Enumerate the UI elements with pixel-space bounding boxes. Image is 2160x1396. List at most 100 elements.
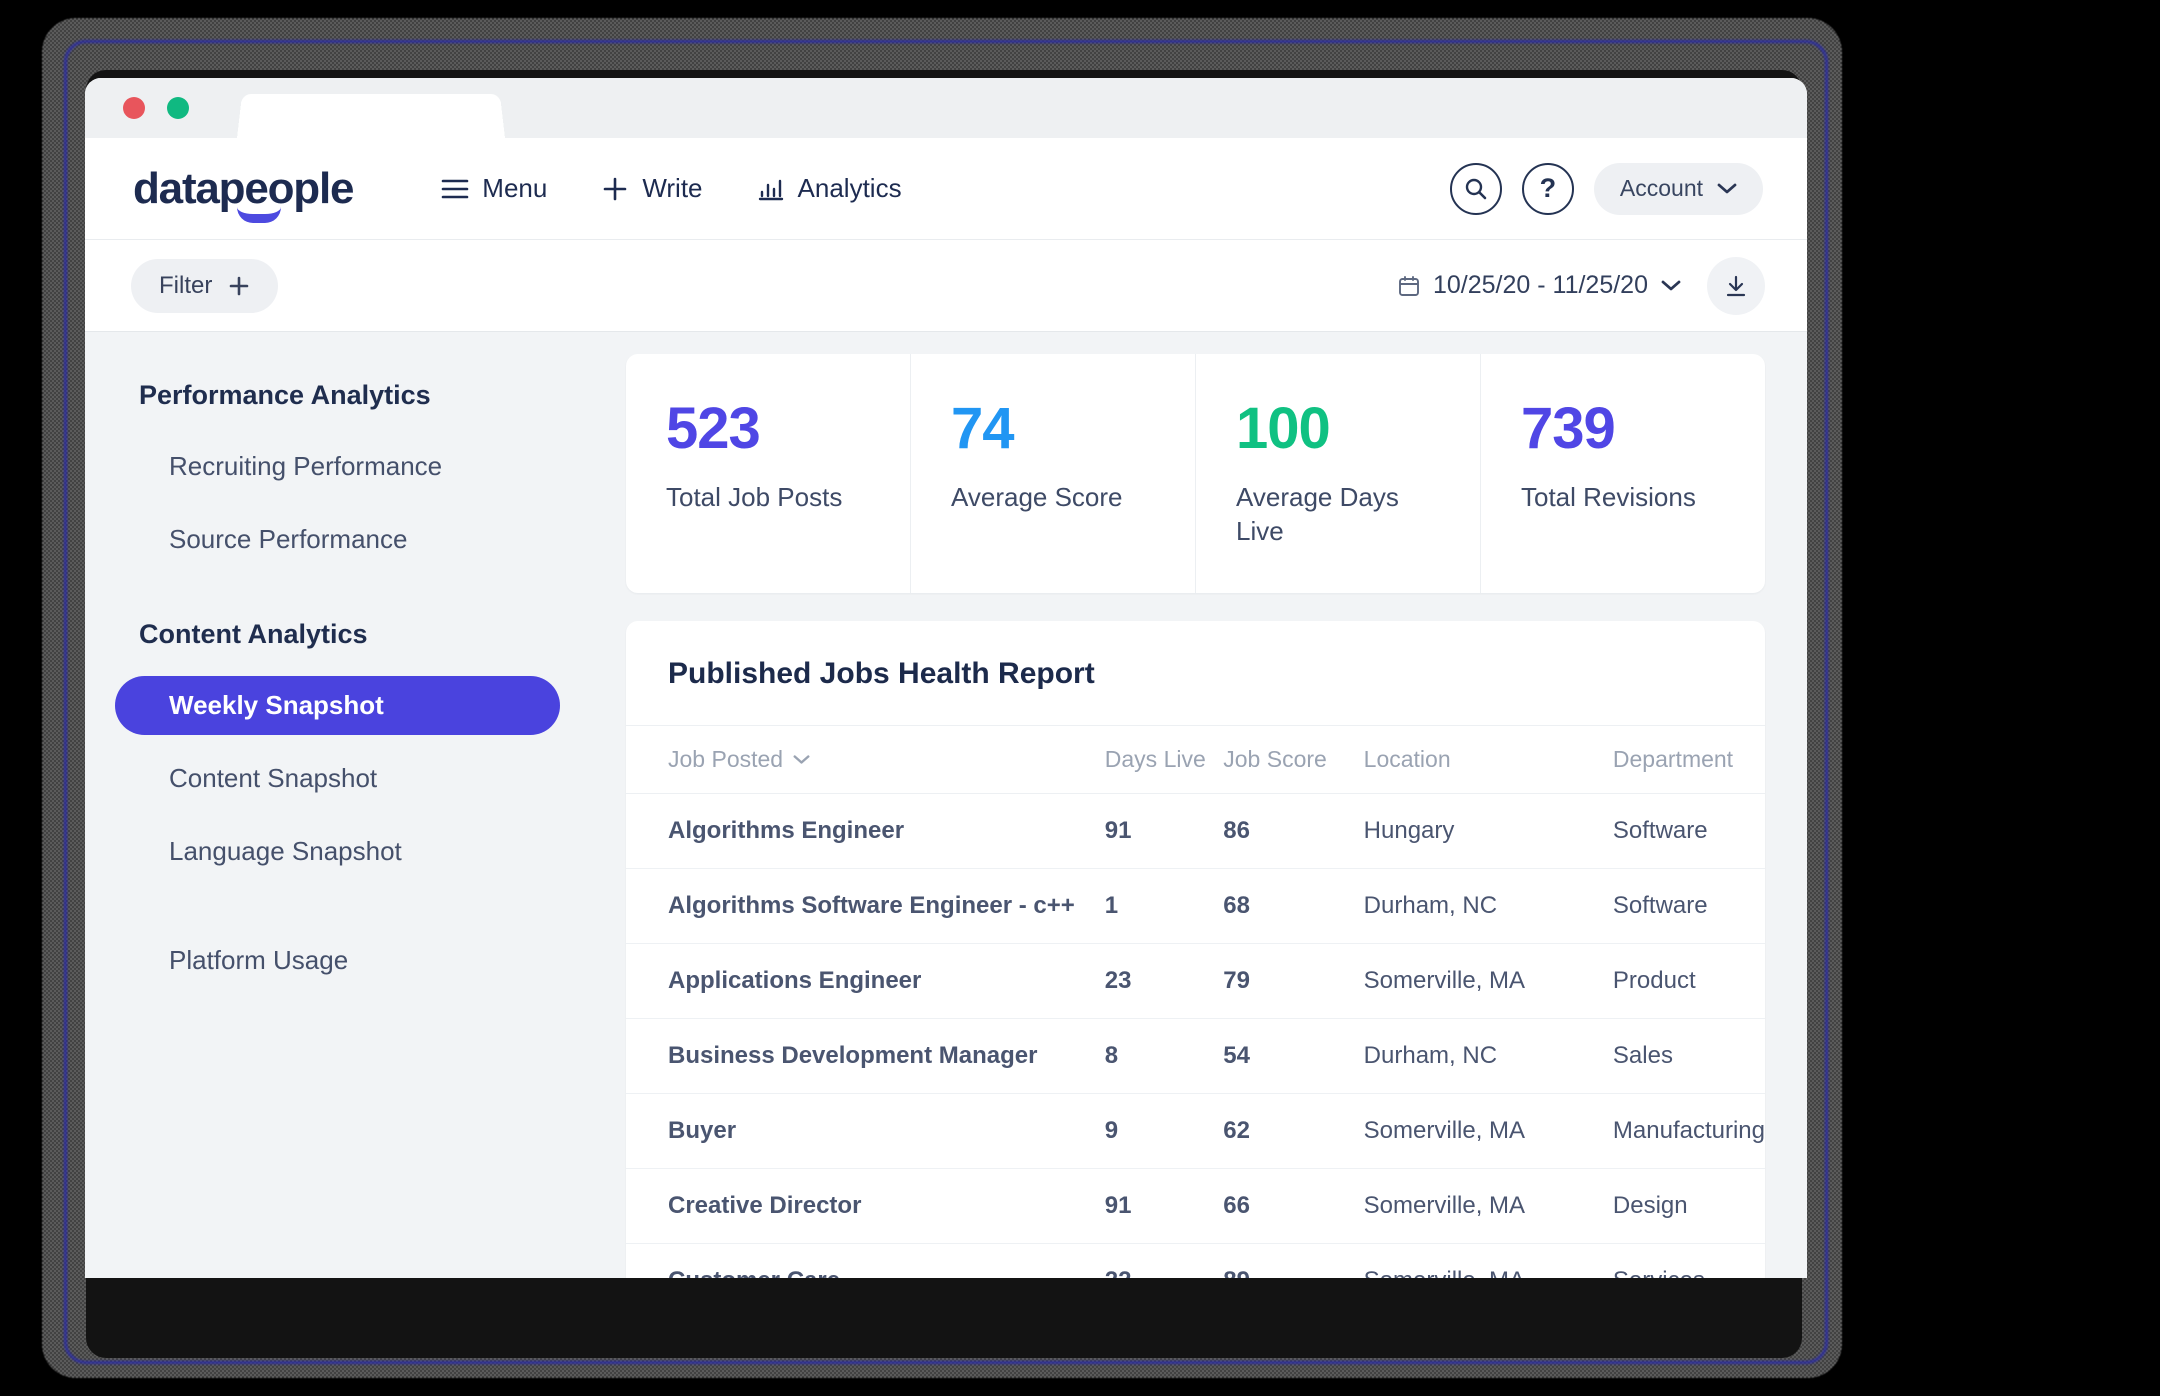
cell-days-live: 1 (1104, 868, 1224, 944)
cell-department: Software (1612, 868, 1765, 944)
chevron-down-icon (1661, 279, 1681, 292)
sidebar-item-language-snapshot[interactable]: Language Snapshot (115, 822, 560, 881)
kpi-average-score: 74 Average Score (911, 354, 1196, 593)
column-header-job-score[interactable]: Job Score (1223, 724, 1364, 794)
traffic-lights (123, 97, 189, 119)
table-row[interactable]: Buyer 9 62 Somerville, MA Manufacturing (626, 1093, 1765, 1169)
account-menu-button[interactable]: Account (1593, 162, 1763, 215)
close-window-dot[interactable] (123, 97, 145, 119)
column-header-days-live[interactable]: Days Live (1104, 724, 1224, 794)
date-range-label: 10/25/20 - 11/25/20 (1433, 271, 1648, 299)
main-content: 523 Total Job Posts 74 Average Score 100… (600, 332, 1807, 1278)
cell-job-score: 68 (1223, 868, 1364, 944)
cell-department: Sales (1612, 1018, 1765, 1094)
filter-label: Filter (159, 271, 213, 299)
cell-days-live: 91 (1104, 1168, 1224, 1244)
column-header-department[interactable]: Department (1612, 724, 1765, 794)
cell-job-posted: Customer Care (626, 1243, 1105, 1278)
cell-location: Somerville, MA (1363, 943, 1613, 1019)
calendar-icon (1398, 275, 1420, 297)
column-header-label: Job Posted (668, 745, 784, 772)
kpi-label: Total Job Posts (666, 482, 843, 512)
table-row[interactable]: Algorithms Software Engineer - c++ 1 68 Dur… (626, 868, 1765, 944)
cell-job-score: 62 (1223, 1093, 1364, 1169)
column-header-job-posted[interactable]: Job Posted (626, 724, 1105, 794)
browser-window: datapeople Menu Write Analytics ? Accoun… (85, 78, 1807, 1278)
chevron-down-icon (1717, 182, 1737, 195)
nav-item-write-label: Write (642, 173, 703, 203)
browser-tab[interactable] (237, 93, 505, 138)
cell-department: Design (1612, 1168, 1765, 1244)
date-range-picker[interactable]: 10/25/20 - 11/25/20 (1398, 271, 1681, 300)
header-actions: ? Account (1449, 162, 1763, 215)
sidebar-item-weekly-snapshot[interactable]: Weekly Snapshot (115, 676, 560, 735)
search-button[interactable] (1449, 162, 1502, 215)
jobs-table-body: Algorithms Engineer 91 86 Hungary Software Al… (626, 793, 1765, 1278)
plus-icon (228, 275, 250, 297)
cell-days-live: 8 (1104, 1018, 1224, 1094)
cell-department: Services (1612, 1243, 1765, 1278)
filter-bar-right: 10/25/20 - 11/25/20 (1398, 256, 1765, 315)
search-icon (1463, 176, 1489, 202)
cell-job-posted: Creative Director (626, 1168, 1105, 1244)
table-row[interactable]: Creative Director 91 66 Somerville, MA Desig… (626, 1168, 1765, 1244)
nav-item-analytics[interactable]: Analytics (757, 173, 902, 204)
cell-job-posted: Algorithms Software Engineer - c++ (626, 868, 1105, 944)
jobs-table: Job Posted Days Live Job Score Location (626, 724, 1765, 1278)
table-row[interactable]: Customer Care2289Somerville, MAServices (626, 1243, 1765, 1278)
jobs-table-head: Job Posted Days Live Job Score Location (626, 724, 1765, 794)
cell-location: Somerville, MA (1363, 1243, 1613, 1278)
download-icon (1724, 274, 1748, 298)
logo-text: datapeople (133, 163, 354, 213)
cell-days-live: 9 (1104, 1093, 1224, 1169)
browser-tabstrip (85, 78, 1807, 138)
cell-department: Product (1612, 943, 1765, 1019)
filter-bar: Filter 10/25/20 - 11/25/20 (85, 240, 1807, 332)
cell-days-live: 22 (1104, 1243, 1224, 1278)
kpi-value: 74 (951, 396, 1015, 461)
maximize-window-dot[interactable] (167, 97, 189, 119)
sidebar-item-recruiting-performance[interactable]: Recruiting Performance (115, 437, 560, 496)
kpi-label: Total Revisions (1521, 482, 1696, 512)
cell-job-score: 86 (1223, 793, 1364, 869)
help-button[interactable]: ? (1521, 162, 1574, 215)
cell-department: Manufacturing (1612, 1093, 1765, 1169)
filter-button[interactable]: Filter (131, 258, 279, 313)
column-header-location[interactable]: Location (1363, 724, 1613, 794)
kpi-total-revisions: 739 Total Revisions (1481, 354, 1765, 593)
nav-item-analytics-label: Analytics (797, 173, 902, 203)
cell-job-posted: Buyer (626, 1093, 1105, 1169)
bar-chart-icon (757, 176, 785, 202)
kpi-value: 100 (1236, 396, 1331, 461)
cell-days-live: 23 (1104, 943, 1224, 1019)
kpi-label: Average Score (951, 482, 1123, 512)
app-header: datapeople Menu Write Analytics ? Accoun… (85, 138, 1807, 240)
plus-icon (601, 175, 629, 203)
kpi-card-row: 523 Total Job Posts 74 Average Score 100… (626, 354, 1765, 593)
screenshot-stage: datapeople Menu Write Analytics ? Accoun… (0, 0, 2160, 1396)
kpi-total-job-posts: 523 Total Job Posts (626, 354, 911, 593)
sidebar-item-platform-usage[interactable]: Platform Usage (115, 931, 560, 990)
download-button[interactable] (1707, 256, 1765, 315)
nav-item-menu-label: Menu (482, 173, 548, 203)
published-jobs-health-report-card: Published Jobs Health Report Job Posted (626, 620, 1765, 1278)
cell-job-score: 89 (1223, 1243, 1364, 1278)
kpi-average-days-live: 100 Average Days Live (1196, 354, 1481, 593)
cell-days-live: 91 (1104, 793, 1224, 869)
cell-location: Somerville, MA (1363, 1093, 1613, 1169)
table-row[interactable]: Business Development Manager 8 54 Durham, N… (626, 1018, 1765, 1094)
sidebar-item-source-performance[interactable]: Source Performance (115, 510, 560, 569)
chevron-down-icon (793, 754, 810, 765)
table-row[interactable]: Algorithms Engineer 91 86 Hungary Software (626, 793, 1765, 869)
nav-item-menu[interactable]: Menu (441, 173, 547, 204)
cell-location: Hungary (1363, 793, 1613, 869)
cell-location: Durham, NC (1363, 868, 1613, 944)
kpi-value: 739 (1521, 396, 1616, 461)
table-row[interactable]: Applications Engineer 23 79 Somerville, MA P… (626, 943, 1765, 1019)
sidebar-item-content-snapshot[interactable]: Content Snapshot (115, 749, 560, 808)
cell-department: Software (1612, 793, 1765, 869)
nav-item-write[interactable]: Write (601, 173, 703, 204)
datapeople-logo[interactable]: datapeople (133, 163, 354, 223)
